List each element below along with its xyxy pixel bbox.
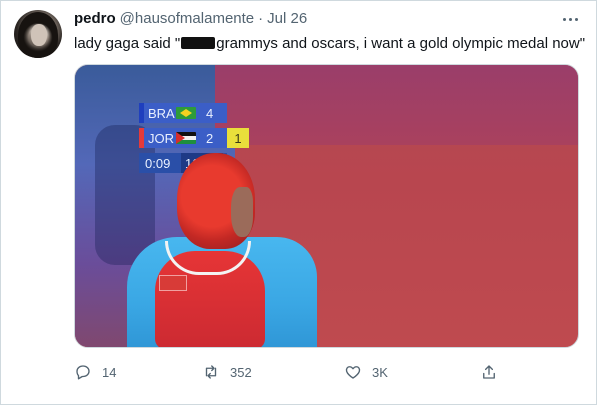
like-count: 3K — [372, 364, 388, 380]
more-horizontal-icon — [561, 17, 579, 21]
share-icon — [483, 365, 495, 379]
avatar[interactable] — [14, 10, 62, 58]
score-bra: 4 — [206, 105, 214, 121]
header-separator: · — [258, 10, 264, 27]
redaction-mark — [181, 37, 216, 49]
like-button[interactable]: 3K — [344, 360, 388, 384]
athlete-flag-patch — [159, 275, 187, 291]
avatar-face — [31, 24, 47, 46]
scoreboard-row-jor: JOR 2 — [139, 128, 227, 148]
reply-button[interactable]: 14 — [74, 360, 116, 384]
tweet-media-image[interactable]: BRA 4 JOR 2 1 0:09 1ST — [74, 64, 579, 348]
more-options-button[interactable] — [558, 10, 582, 28]
author-handle[interactable]: @hausofmalamente — [120, 10, 254, 27]
tweet-actions: 14 352 3K — [74, 360, 579, 384]
reply-icon — [76, 365, 90, 380]
tweet-header: pedro @hausofmalamente · Jul 26 — [74, 10, 557, 30]
retweet-count: 352 — [230, 364, 252, 380]
arena-background-top — [215, 65, 578, 145]
penalty-count: 1 — [227, 128, 249, 148]
score-jor: 2 — [206, 130, 214, 146]
tweet-text-before: lady gaga said " — [74, 35, 181, 52]
tweet-text: lady gaga said " grammys and oscars, i wa… — [74, 34, 589, 54]
frame-border-top — [0, 0, 597, 1]
tweet-text-after: grammys and oscars, i want a gold olympi… — [216, 35, 586, 52]
frame-border-left — [0, 0, 1, 405]
retweet-button[interactable]: 352 — [202, 360, 252, 384]
match-clock: 0:09 — [145, 155, 171, 171]
scoreboard-row-bra: BRA 4 — [139, 103, 227, 123]
team-code-bra: BRA — [148, 105, 175, 121]
brazil-flag-icon — [176, 107, 196, 119]
share-button[interactable] — [480, 360, 498, 384]
heart-icon — [345, 366, 361, 379]
athlete-face — [231, 187, 253, 237]
reply-count: 14 — [102, 364, 117, 380]
retweet-icon — [205, 365, 217, 379]
author-display-name[interactable]: pedro — [74, 10, 116, 27]
jordan-flag-icon — [176, 132, 196, 144]
tweet-timestamp[interactable]: Jul 26 — [267, 10, 307, 27]
team-code-jor: JOR — [148, 130, 174, 146]
